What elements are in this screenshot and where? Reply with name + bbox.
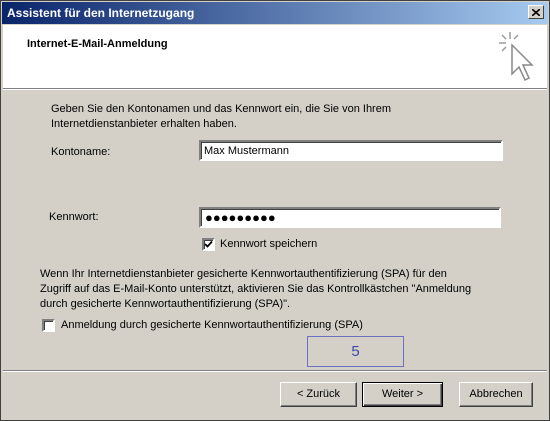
password-field[interactable]: ●●●●●●●●● (199, 207, 501, 228)
page-indicator: 5 (307, 336, 404, 367)
spa-checkbox-label[interactable]: Anmeldung durch gesicherte Kennwortauthe… (61, 319, 363, 331)
checkmark-icon (204, 240, 213, 248)
back-button[interactable]: < Zurück (280, 382, 357, 407)
account-name-input[interactable] (201, 142, 501, 159)
account-name-field[interactable] (199, 140, 503, 161)
close-icon (532, 8, 540, 16)
remember-password-label[interactable]: Kennwort speichern (220, 238, 317, 250)
page-title: Internet-E-Mail-Anmeldung (27, 38, 168, 50)
account-name-label: Kontoname: (51, 146, 111, 158)
password-value: ●●●●●●●●● (205, 210, 276, 225)
cancel-button[interactable]: Abbrechen (459, 382, 533, 407)
title-bar[interactable]: Assistent für den Internetzugang (2, 2, 548, 24)
intro-text: Geben Sie den Kontonamen und das Kennwor… (51, 103, 392, 130)
remember-password-checkbox[interactable] (202, 238, 215, 251)
password-label: Kennwort: (49, 211, 99, 223)
spa-checkbox[interactable] (42, 319, 55, 332)
wizard-window: Assistent für den Internetzugang Interne… (0, 0, 550, 421)
wizard-cursor-icon (499, 32, 534, 82)
window-title: Assistent für den Internetzugang (7, 6, 195, 20)
wizard-header: Internet-E-Mail-Anmeldung (3, 25, 547, 90)
spa-description: Wenn Ihr Internetdienstanbieter gesicher… (40, 268, 472, 310)
next-button[interactable]: Weiter > (362, 382, 443, 407)
close-button[interactable] (528, 5, 544, 19)
button-separator (3, 370, 547, 372)
